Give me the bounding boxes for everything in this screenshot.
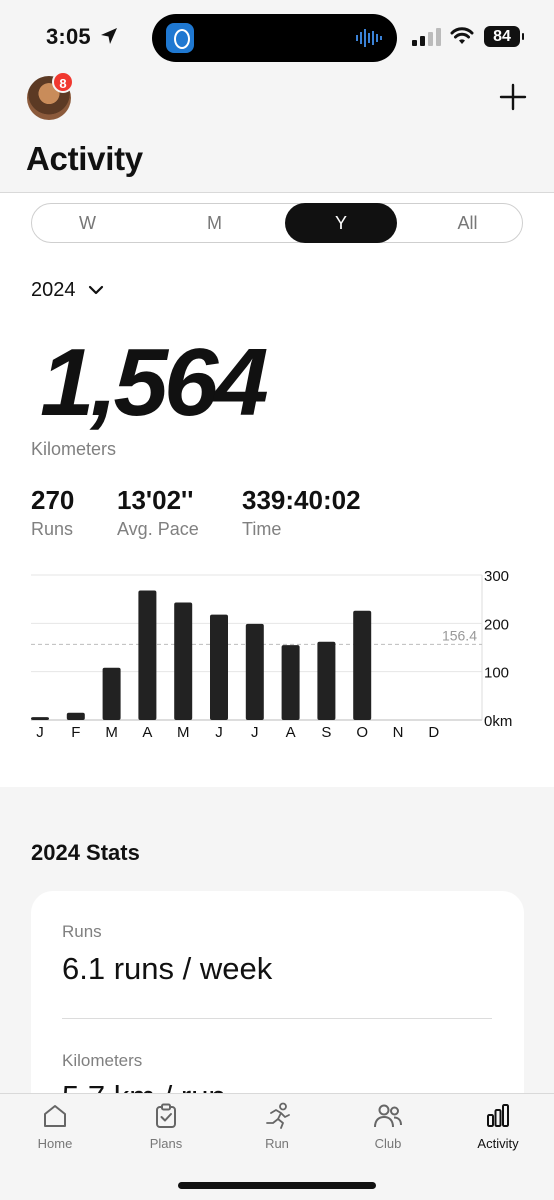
period-segmented-control: W M Y All [31,203,523,243]
x-tick-label: J [215,724,223,741]
bar [31,717,49,720]
bar [174,602,193,720]
x-tick-label: J [251,724,259,741]
bar [138,590,157,720]
audio-wave-icon [356,29,382,47]
stats-runs-value: 6.1 runs / week [62,951,273,986]
clipboard-check-icon [156,1103,176,1128]
distance-unit: Kilometers [31,439,117,459]
add-icon[interactable] [498,82,528,112]
cellular-signal-icon [412,28,441,46]
card-divider [62,1018,492,1019]
page-title: Activity [26,140,143,177]
top-bar: 3:05 84 8 Activity [0,0,554,193]
y-tick-label: 200 [484,616,509,633]
tab-year[interactable]: Y [285,203,397,243]
x-tick-label: F [71,724,80,741]
bar [102,667,121,720]
bar [317,641,336,720]
wifi-icon [450,27,474,44]
avg-pace-label: Avg. Pace [117,519,199,539]
runs-label: Runs [31,519,74,539]
y-tick-label: 0km [484,713,512,730]
x-tick-label: M [177,724,190,741]
tab-home-label: Home [37,1136,73,1151]
x-tick-label: A [286,724,296,741]
average-label: 156.4 [442,627,477,643]
tab-club-label: Club [374,1136,402,1151]
bar [66,712,85,720]
x-tick-label: D [428,724,439,741]
bar [210,614,228,720]
tab-plans-label: Plans [149,1136,183,1151]
tab-month[interactable]: M [159,203,270,243]
app-activity-icon [166,23,194,53]
bar [245,623,264,720]
tab-run[interactable]: Run [222,1102,332,1162]
avg-pace-value: 13'02'' [117,485,194,515]
bar-chart-icon [487,1104,509,1127]
location-arrow-icon [101,28,117,44]
total-time-value: 339:40:02 [242,485,361,515]
tab-home[interactable]: Home [0,1102,110,1162]
chevron-down-icon[interactable] [88,284,104,296]
notification-badge: 8 [52,71,74,93]
bar [353,610,372,720]
runs-count: 270 [31,485,75,515]
home-icon [44,1105,66,1127]
total-time-label: Time [242,519,282,539]
tab-all[interactable]: All [412,203,523,243]
dynamic-island [152,14,397,62]
year-selector[interactable]: 2024 [31,279,76,302]
x-tick-label: J [36,724,44,741]
status-time: 3:05 [46,24,91,49]
x-tick-label: N [393,724,404,741]
tab-week[interactable]: W [32,203,143,243]
tab-plans[interactable]: Plans [111,1102,221,1162]
people-icon [374,1104,402,1128]
y-tick-label: 100 [484,665,509,682]
stats-heading: 2024 Stats [31,840,140,865]
x-tick-label: A [142,724,152,741]
tab-club[interactable]: Club [333,1102,443,1162]
runner-icon [266,1102,290,1129]
battery-indicator: 84 [484,26,524,47]
total-distance: 1,564 [40,329,269,436]
home-indicator [178,1182,376,1189]
chart-svg: 300 200 100 0km 156.4 J F M A M J J A S O N D [31,568,512,741]
tab-run-label: Run [265,1136,289,1151]
tab-activity[interactable]: Activity [443,1102,553,1162]
status-bar: 3:05 84 [0,0,554,70]
activity-screen: 3:05 84 8 Activity W M Y All 2024 1,564 … [0,0,554,1200]
stats-km-label: Kilometers [62,1051,143,1070]
x-tick-label: S [321,724,331,741]
y-tick-label: 300 [484,568,509,585]
bar [281,645,300,720]
tab-activity-label: Activity [477,1136,519,1151]
x-tick-label: M [105,724,118,741]
x-tick-label: O [356,724,368,741]
stats-runs-label: Runs [62,922,102,941]
monthly-distance-chart: 300 200 100 0km 156.4 J F M A M J J A S O N D [0,560,554,750]
